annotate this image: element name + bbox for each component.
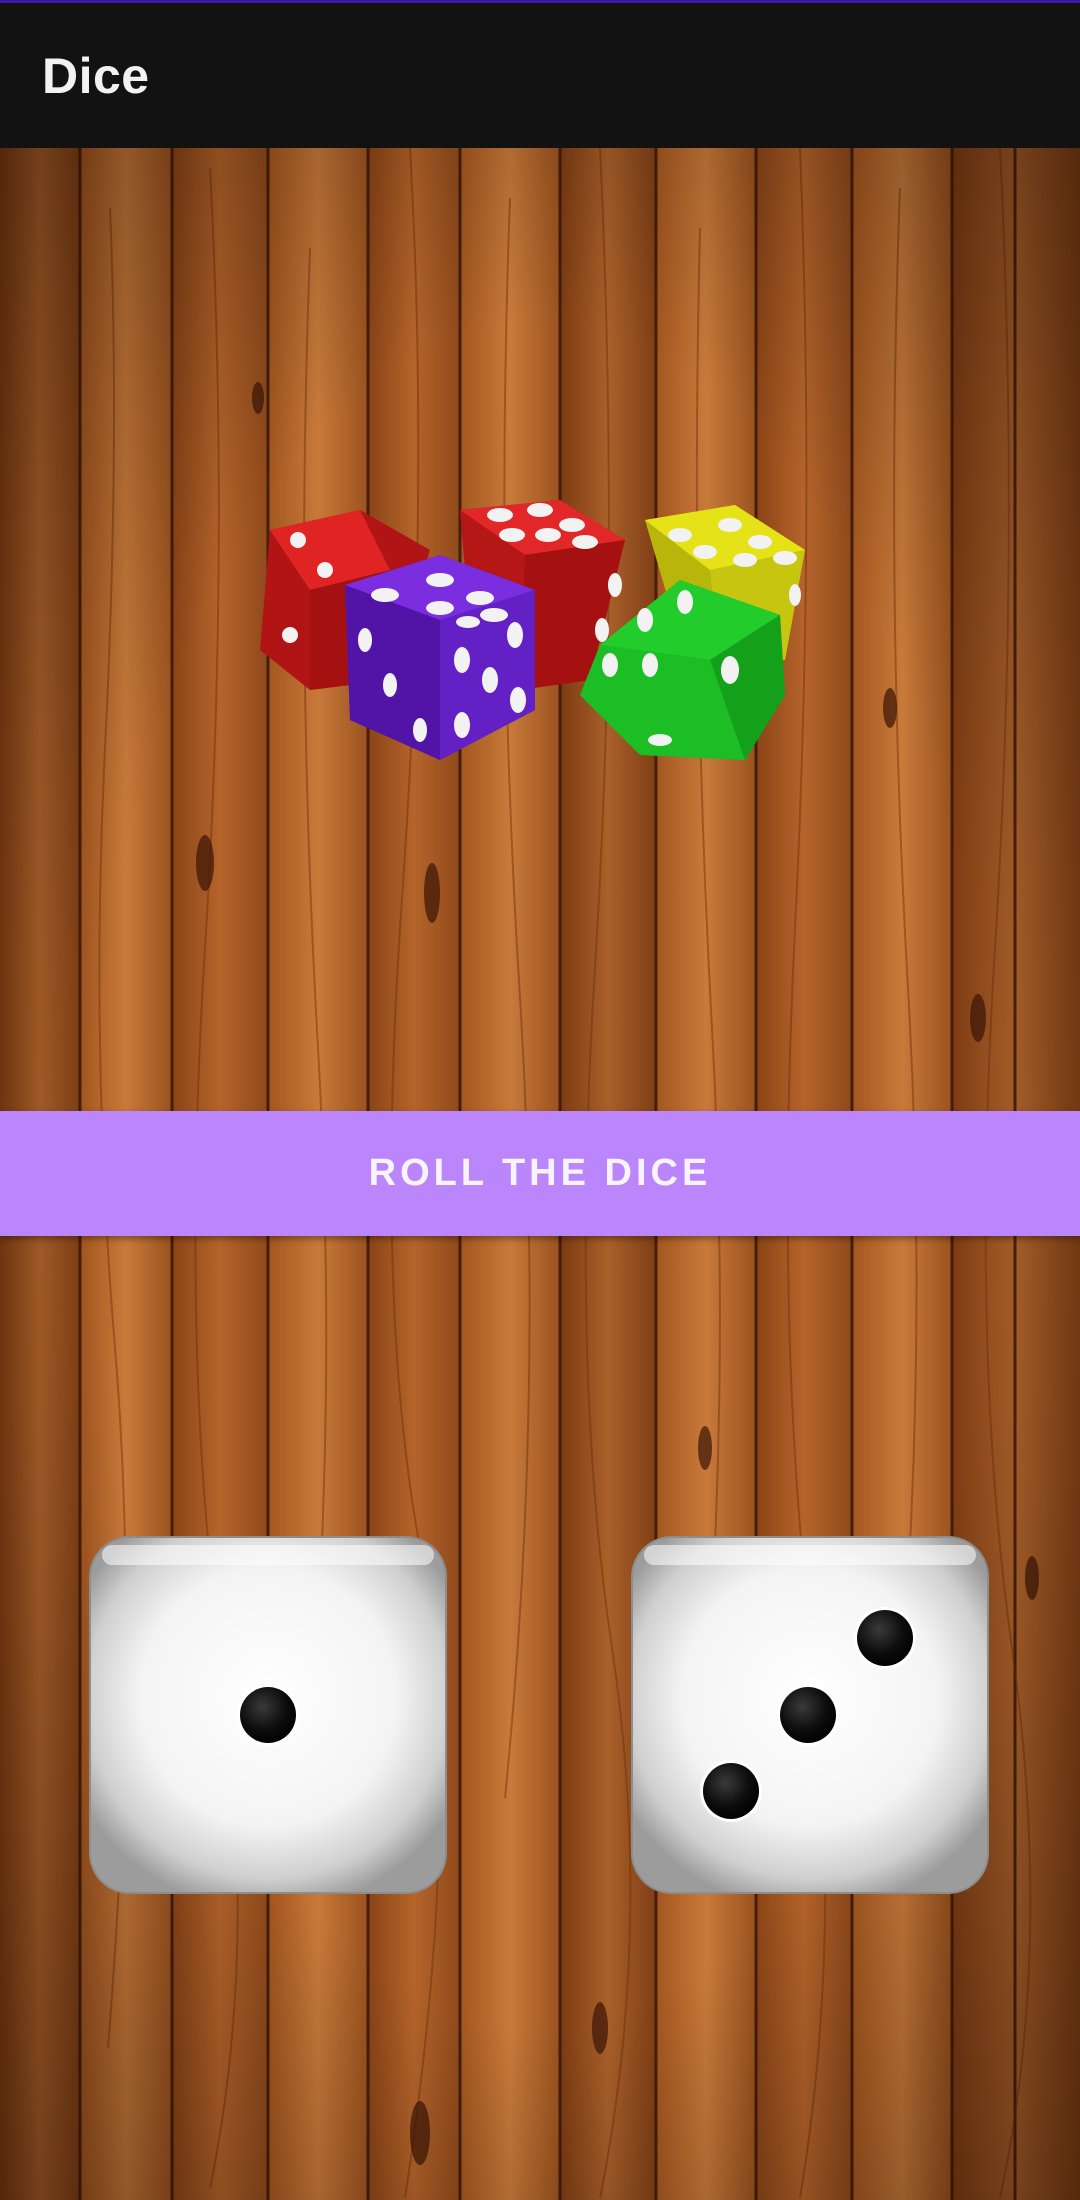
app-bar: Dice — [0, 3, 1080, 148]
purple-die — [345, 555, 535, 760]
dice-app: Dice ROLL THE DICE — [0, 0, 1080, 2200]
green-die — [580, 580, 785, 760]
colored-dice-illustration — [260, 500, 805, 760]
die-face-3-icon — [631, 1536, 989, 1894]
app-title: Dice — [42, 47, 150, 104]
die-face-1-icon — [89, 1536, 447, 1894]
roll-dice-button[interactable]: ROLL THE DICE — [0, 1111, 1080, 1236]
